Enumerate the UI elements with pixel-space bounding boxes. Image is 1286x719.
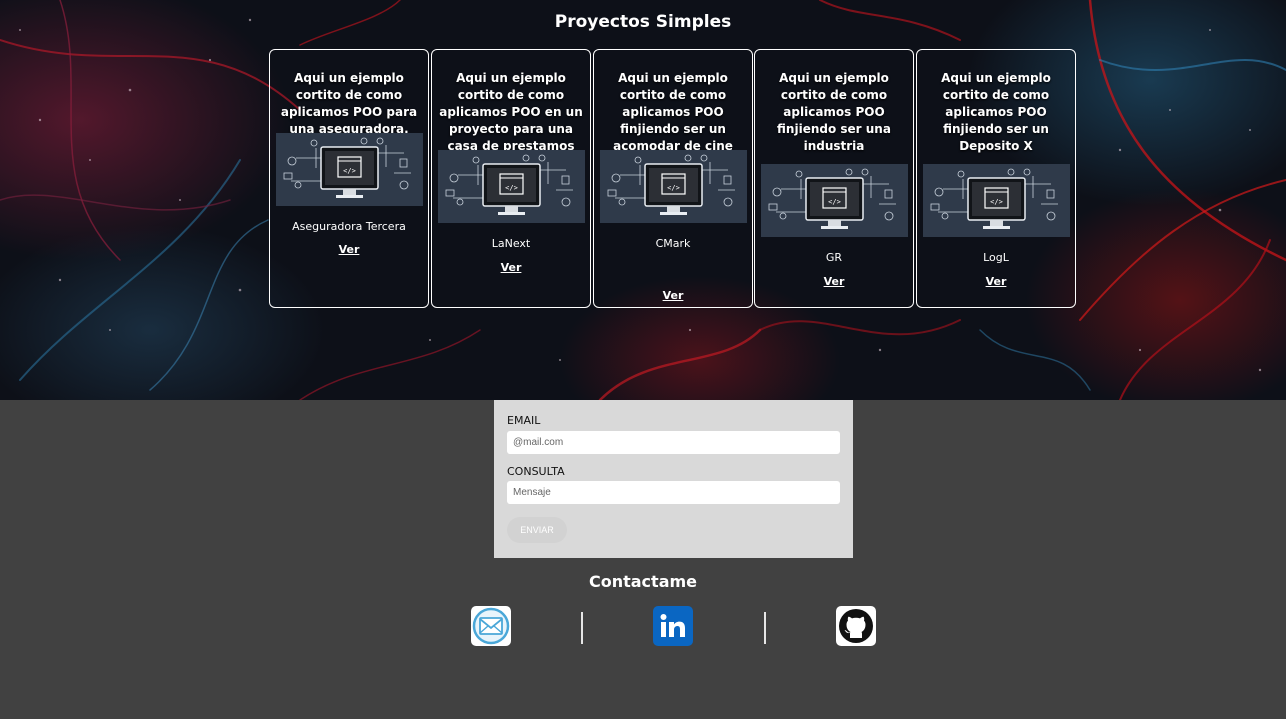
message-label: CONSULTA — [507, 465, 565, 478]
contact-title: Contactame — [588, 572, 698, 591]
project-view-link[interactable]: Ver — [432, 261, 590, 274]
project-name: Aseguradora Tercera — [292, 220, 406, 233]
computer-code-illustration — [923, 164, 1070, 237]
project-card: Aqui un ejemplo cortito de como aplicamo… — [916, 49, 1076, 308]
project-view-link[interactable]: Ver — [917, 275, 1075, 288]
project-name: LogL — [983, 251, 1009, 264]
project-name: GR — [825, 251, 843, 264]
send-button[interactable]: ENVIAR — [507, 517, 567, 543]
project-card: Aqui un ejemplo cortito de como aplicamo… — [431, 49, 591, 308]
project-description: Aqui un ejemplo cortito de como aplicamo… — [280, 71, 418, 136]
computer-code-illustration — [600, 150, 747, 223]
section-title: Proyectos Simples — [554, 12, 732, 32]
mail-icon[interactable] — [471, 606, 511, 646]
project-description: Aqui un ejemplo cortito de como aplicamo… — [777, 71, 891, 153]
project-card: Aqui un ejemplo cortito de como aplicamo… — [754, 49, 914, 308]
project-view-link[interactable]: Ver — [755, 275, 913, 288]
divider — [764, 612, 766, 644]
project-description: Aqui un ejemplo cortito de como aplicamo… — [613, 71, 733, 153]
project-description: Aqui un ejemplo cortito de como aplicamo… — [941, 71, 1051, 153]
computer-code-illustration — [438, 150, 585, 223]
project-description: Aqui un ejemplo cortito de como aplicamo… — [439, 71, 583, 153]
project-name: LaNext — [491, 237, 531, 250]
hero-section: Proyectos Simples Aqui un ejemplo cortit… — [0, 0, 1286, 400]
linkedin-icon[interactable] — [653, 606, 693, 646]
project-card: Aqui un ejemplo cortito de como aplicamo… — [269, 49, 429, 308]
project-view-link[interactable]: Ver — [594, 289, 752, 302]
github-icon[interactable] — [836, 606, 876, 646]
project-name: CMark — [655, 237, 691, 250]
message-field[interactable] — [507, 481, 840, 504]
email-label: EMAIL — [507, 414, 541, 427]
contact-form: EMAIL CONSULTA ENVIAR — [494, 400, 853, 558]
computer-code-illustration — [276, 133, 423, 206]
projects-list: Aqui un ejemplo cortito de como aplicamo… — [269, 49, 1079, 310]
email-field[interactable] — [507, 431, 840, 454]
project-view-link[interactable]: Ver — [270, 243, 428, 256]
divider — [581, 612, 583, 644]
project-card: Aqui un ejemplo cortito de como aplicamo… — [593, 49, 753, 308]
computer-code-illustration — [761, 164, 908, 237]
